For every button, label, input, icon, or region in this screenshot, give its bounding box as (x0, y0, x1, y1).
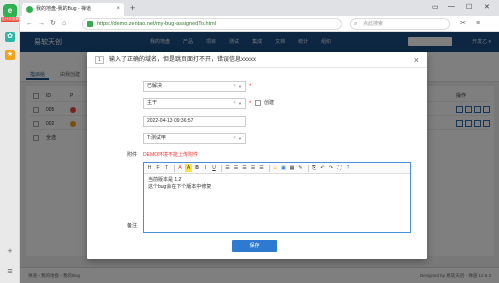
clear-icon[interactable]: × (233, 99, 236, 108)
restore-icon[interactable]: ▭ (432, 3, 439, 11)
create-build-label[interactable]: 创建 (264, 99, 274, 107)
assigned-to-value: T:测试甲 (147, 135, 166, 141)
sidebar-app-icon[interactable]: ✿ (5, 32, 15, 42)
ordered-list-icon[interactable]: ☰ (250, 164, 257, 172)
comment-label: 备注 (126, 223, 137, 229)
align-left-icon[interactable]: ☰ (224, 164, 231, 172)
resolved-date-input[interactable]: 2022-04-13 09:36:57 (143, 116, 246, 127)
build-select[interactable]: 主干 × ▼ (143, 98, 246, 109)
italic-icon[interactable]: I (202, 164, 209, 172)
browser-sidebar: e 百分浏览器 ✿ ★ + ≡ (0, 0, 20, 283)
clear-icon[interactable]: × (233, 82, 236, 91)
sidebar-menu-icon[interactable]: ≡ (5, 266, 15, 276)
maximize-button[interactable]: ☐ (466, 3, 472, 11)
minimize-button[interactable]: — (448, 3, 455, 10)
reload-icon[interactable]: ↻ (50, 19, 56, 29)
url-text: https://demo.zentao.net/my-bug-assignedT… (97, 21, 216, 27)
unordered-list-icon[interactable]: ☰ (258, 164, 265, 172)
font-size-icon[interactable]: T (163, 164, 170, 172)
resolution-select[interactable]: 已解决 × ▼ (143, 81, 246, 92)
table-icon[interactable]: ▦ (289, 164, 296, 172)
search-placeholder: 点此搜索 (363, 21, 384, 27)
tab-close-icon[interactable]: × (116, 3, 120, 16)
chevron-down-icon: ▼ (238, 136, 242, 141)
build-value: 主干 (147, 100, 158, 106)
browser-logo-icon[interactable]: e (3, 4, 17, 18)
resolved-date-value: 2022-04-13 09:36:57 (147, 118, 194, 124)
tab-bar: 我的地盘-我的Bug - 禅道 × + ▭ — ☐ ✕ (20, 0, 499, 16)
toolbar-divider (173, 164, 175, 172)
toolbar-divider (268, 164, 270, 172)
copy-icon[interactable]: ⎘ (311, 164, 318, 172)
extension-icon[interactable]: ✂ (460, 19, 466, 29)
add-icon[interactable]: + (5, 246, 15, 256)
heading-icon[interactable]: H (146, 164, 153, 172)
toolbar-divider (307, 164, 309, 172)
browser-brand-tag: 百分浏览器 (1, 17, 19, 22)
browser-search-input[interactable]: ⌕ 点此搜索 (350, 18, 450, 30)
save-button[interactable]: 保存 (232, 240, 277, 252)
resolve-bug-dialog: 1 输入了正确的域名，但是跳页面打不开，错误信息xxxxx × 解决方案 已解决… (87, 52, 427, 259)
undo-icon[interactable]: ↶ (319, 164, 326, 172)
navigation-bar: ← → ↻ ⌂ https://demo.zentao.net/my-bug-a… (20, 16, 499, 32)
forward-arrow-icon[interactable]: → (38, 19, 45, 29)
new-tab-button[interactable]: + (130, 3, 135, 14)
zentao-favicon-icon (26, 6, 33, 13)
close-window-button[interactable]: ✕ (484, 3, 490, 11)
favorites-star-icon[interactable]: ★ (5, 50, 15, 60)
emoji-icon[interactable]: ☺ (272, 164, 279, 172)
font-color-icon[interactable]: A (177, 164, 184, 172)
help-icon[interactable]: ? (345, 164, 352, 172)
browser-tab[interactable]: 我的地盘-我的Bug - 禅道 × (22, 3, 124, 16)
chevron-down-icon: ▼ (238, 84, 242, 89)
code-icon[interactable]: ✎ (297, 164, 304, 172)
font-family-icon[interactable]: F (155, 164, 162, 172)
close-icon[interactable]: × (414, 54, 419, 66)
bold-icon[interactable]: B (194, 164, 201, 172)
align-center-icon[interactable]: ☰ (233, 164, 240, 172)
secure-lock-icon (87, 21, 93, 27)
assigned-to-select[interactable]: T:测试甲 × ▼ (143, 133, 246, 144)
image-icon[interactable]: ▣ (280, 164, 287, 172)
attachment-label: 附件 (126, 152, 137, 158)
required-mark: * (249, 84, 252, 90)
search-icon: ⌕ (354, 21, 358, 27)
comment-text: 当前版本是 1.2 这个bug会在下个版本中修复 (148, 177, 211, 191)
address-bar[interactable]: https://demo.zentao.net/my-bug-assignedT… (82, 18, 342, 30)
dialog-title: 输入了正确的域名，但是跳页面打不开，错误信息xxxxx (109, 57, 257, 63)
bug-id-badge: 1 (95, 56, 104, 64)
clear-icon[interactable]: × (233, 134, 236, 143)
tab-title: 我的地盘-我的Bug - 禅道 (36, 6, 92, 12)
back-arrow-icon[interactable]: ← (26, 19, 33, 29)
toolbar-divider (221, 164, 222, 172)
attachment-notice: DEMO环境不能上传附件 (143, 152, 199, 158)
resolution-value: 已解决 (147, 83, 163, 89)
create-build-checkbox[interactable] (255, 100, 261, 106)
comment-editor[interactable]: H F T A A B I U ☰ ☰ ☰ ☰ ☰ ☺ ▣ ▦ ✎ ⎘ ↶ ↷ … (143, 162, 411, 233)
required-mark: * (249, 101, 252, 107)
fullscreen-icon[interactable]: ⛶ (336, 164, 343, 172)
comment-line: 当前版本是 1.2 (148, 177, 182, 183)
menu-icon[interactable]: ≡ (476, 19, 480, 29)
redo-icon[interactable]: ↷ (328, 164, 335, 172)
editor-toolbar: H F T A A B I U ☰ ☰ ☰ ☰ ☰ ☺ ▣ ▦ ✎ ⎘ ↶ ↷ … (144, 163, 410, 174)
underline-icon[interactable]: U (211, 164, 218, 172)
chevron-down-icon: ▼ (238, 101, 242, 106)
home-icon[interactable]: ⌂ (62, 19, 66, 29)
comment-line: 这个bug会在下个版本中修复 (148, 184, 212, 190)
align-right-icon[interactable]: ☰ (241, 164, 248, 172)
highlight-icon[interactable]: A (185, 164, 192, 172)
dialog-header: 1 输入了正确的域名，但是跳页面打不开，错误信息xxxxx × (87, 52, 427, 68)
